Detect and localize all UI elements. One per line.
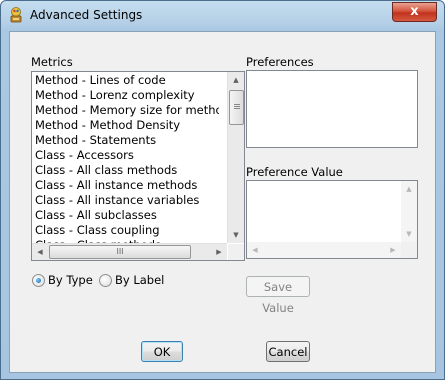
scroll-up-icon[interactable]: ▲ bbox=[401, 181, 417, 197]
scroll-down-icon[interactable]: ▼ bbox=[401, 226, 417, 242]
list-item[interactable]: Class - All instance methods bbox=[34, 178, 219, 193]
close-icon: x bbox=[410, 4, 419, 19]
list-item[interactable]: Method - Memory size for method bbox=[34, 103, 219, 118]
horizontal-scroll-thumb[interactable]: III bbox=[49, 245, 191, 259]
grip-line bbox=[234, 106, 240, 107]
by-type-radio[interactable] bbox=[32, 274, 45, 287]
app-icon bbox=[10, 7, 22, 23]
list-item[interactable]: Method - Lorenz complexity bbox=[34, 88, 219, 103]
list-item[interactable]: Method - Method Density bbox=[34, 118, 219, 133]
scroll-up-icon[interactable]: ▲ bbox=[228, 72, 244, 88]
preference-value-label: Preference Value bbox=[246, 165, 343, 179]
title-bar[interactable]: Advanced Settings x bbox=[1, 1, 444, 31]
list-item[interactable]: Class - Class coupling bbox=[34, 223, 219, 238]
scroll-right-icon[interactable]: ▶ bbox=[385, 242, 401, 258]
vertical-scroll-thumb[interactable] bbox=[229, 90, 244, 125]
close-button[interactable]: x bbox=[392, 2, 437, 22]
preferences-list[interactable] bbox=[246, 70, 418, 148]
metrics-list[interactable]: Method - Lines of code Method - Lorenz c… bbox=[31, 71, 245, 261]
preference-value-horizontal-scrollbar[interactable]: ◀ ▶ bbox=[247, 242, 401, 258]
list-item[interactable]: Method - Statements bbox=[34, 133, 219, 148]
grip-line bbox=[234, 104, 240, 105]
metrics-list-items: Method - Lines of code Method - Lorenz c… bbox=[34, 73, 219, 253]
by-label-radio[interactable] bbox=[99, 274, 112, 287]
save-value-button[interactable]: Save Value bbox=[246, 276, 310, 315]
dialog-body: Metrics Method - Lines of code Method - … bbox=[9, 31, 436, 373]
scroll-down-icon[interactable]: ▼ bbox=[228, 227, 244, 243]
advanced-settings-window: Advanced Settings x Metrics Method - Lin… bbox=[0, 0, 445, 380]
list-item[interactable]: Class - All subclasses bbox=[34, 208, 219, 223]
by-label-label[interactable]: By Label bbox=[115, 273, 164, 287]
preferences-label: Preferences bbox=[246, 55, 314, 69]
scrollbar-corner bbox=[228, 244, 244, 260]
list-item[interactable]: Class - Accessors bbox=[34, 148, 219, 163]
ok-button[interactable]: OK bbox=[141, 341, 183, 362]
preference-value-field[interactable]: ▲ ▼ ◀ ▶ bbox=[246, 180, 418, 259]
preference-value-vertical-scrollbar[interactable]: ▲ ▼ bbox=[401, 181, 417, 242]
list-item[interactable]: Method - Lines of code bbox=[34, 73, 219, 88]
scrollbar-corner bbox=[401, 242, 417, 258]
list-item[interactable]: Class - All class methods bbox=[34, 163, 219, 178]
window-title: Advanced Settings bbox=[30, 8, 143, 22]
grip-line bbox=[234, 108, 240, 109]
scroll-left-icon[interactable]: ◀ bbox=[247, 242, 263, 258]
metrics-label: Metrics bbox=[31, 55, 73, 69]
by-type-label[interactable]: By Type bbox=[48, 273, 93, 287]
list-item[interactable]: Class - All instance variables bbox=[34, 193, 219, 208]
radio-selected-dot bbox=[36, 278, 41, 283]
metrics-horizontal-scrollbar[interactable]: ◀ III ▶ bbox=[32, 243, 227, 260]
scroll-right-icon[interactable]: ▶ bbox=[211, 244, 227, 260]
cancel-button[interactable]: Cancel bbox=[266, 341, 310, 362]
metrics-vertical-scrollbar[interactable]: ▲ ▼ bbox=[227, 72, 244, 243]
scroll-left-icon[interactable]: ◀ bbox=[32, 244, 48, 260]
